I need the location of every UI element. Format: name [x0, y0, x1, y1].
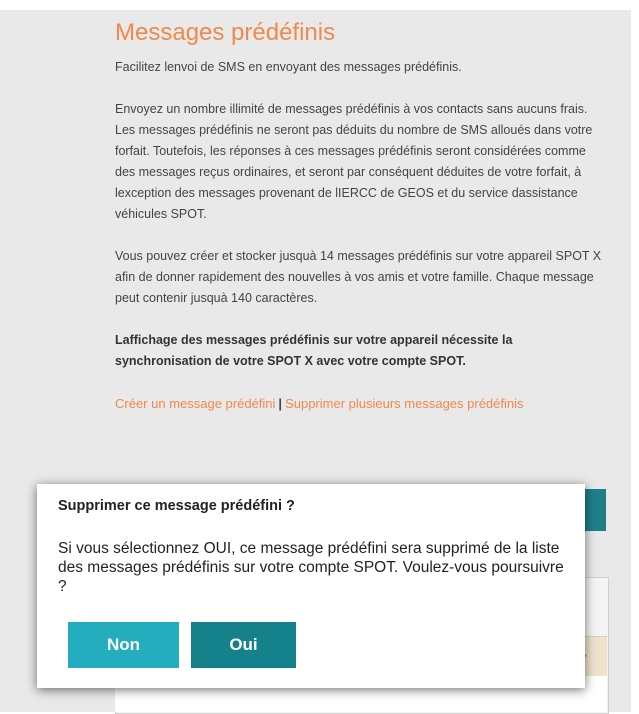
intro-text: Facilitez lenvoi de SMS en envoyant des …: [115, 60, 462, 74]
action-links: Créer un message prédéfini | Supprimer plu…: [115, 393, 605, 414]
link-separator: |: [278, 396, 283, 411]
dialog-message: Si vous sélectionnez OUI, ce message pré…: [58, 540, 564, 595]
paragraph-unlimited: Envoyez un nombre illimité de messages p…: [115, 102, 593, 221]
delete-multiple-link[interactable]: Supprimer plusieurs messages prédéfinis: [285, 396, 523, 411]
paragraph-storage: Vous pouvez créer et stocker jusquà 14 m…: [115, 249, 602, 305]
dialog-title: Supprimer ce message prédéfini ?: [58, 498, 295, 514]
yes-button[interactable]: Oui: [191, 622, 296, 668]
main-content: Messages prédéfinis Facilitez lenvoi de …: [115, 18, 605, 414]
no-button[interactable]: Non: [68, 622, 179, 668]
paragraph-sync-note: Laffichage des messages prédéfinis sur v…: [115, 333, 513, 368]
page-title: Messages prédéfinis: [115, 19, 336, 46]
create-message-link[interactable]: Créer un message prédéfini: [115, 396, 275, 411]
delete-confirm-dialog: Supprimer ce message prédéfini ? Si vous…: [37, 484, 585, 688]
